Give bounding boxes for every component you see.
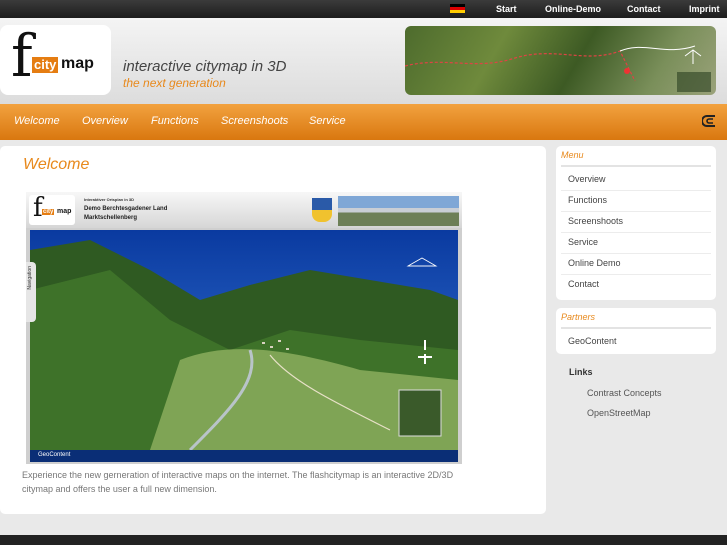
links-title: Links xyxy=(569,367,593,377)
partners-title: Partners xyxy=(561,312,596,322)
nav-functions[interactable]: Functions xyxy=(151,115,199,127)
sidebar-partners: Partners GeoContent xyxy=(556,308,716,354)
menu-title-rule xyxy=(561,165,711,167)
menu-separator xyxy=(561,232,711,233)
screenshot-logo: f city map xyxy=(29,193,75,225)
screenshot-location: Marktschellenberg xyxy=(84,215,138,221)
top-link-contact[interactable]: Contact xyxy=(627,4,661,14)
coat-of-arms-icon xyxy=(312,198,332,222)
screenshot-header: f city map Interaktiver Ortsplan in 3D D… xyxy=(26,192,462,228)
geocontent-label: GeoContent xyxy=(38,452,71,458)
sidebar-item-service[interactable]: Service xyxy=(568,237,598,247)
subtagline: the next generation xyxy=(123,76,226,90)
navigation-tab[interactable]: Navigation xyxy=(26,262,36,322)
header: f city map interactive citymap in 3D the… xyxy=(0,18,727,104)
app-screenshot: f city map Interaktiver Ortsplan in 3D D… xyxy=(26,192,462,464)
intro-text: Experience the new gerneration of intera… xyxy=(22,470,454,494)
screenshot-footer: GeoContent xyxy=(30,450,458,462)
german-flag-icon[interactable] xyxy=(450,4,465,13)
footer-bar xyxy=(0,535,727,545)
link-openstreetmap[interactable]: OpenStreetMap xyxy=(587,408,651,418)
main-content: Welcome f city map Interaktiver Ortsplan… xyxy=(0,146,546,514)
3d-map-view xyxy=(30,230,458,450)
menu-separator xyxy=(561,190,711,191)
main-nav: Welcome Overview Functions Screenshoots … xyxy=(0,104,727,140)
logo-map: map xyxy=(61,55,94,72)
top-link-imprint[interactable]: Imprint xyxy=(689,4,720,14)
menu-separator xyxy=(561,211,711,212)
menu-title: Menu xyxy=(561,150,584,160)
nav-screenshoots[interactable]: Screenshoots xyxy=(221,115,288,127)
screenshot-logo-map: map xyxy=(57,208,72,215)
partner-item-geocontent[interactable]: GeoContent xyxy=(568,336,617,346)
screenshot-logo-city: city xyxy=(42,209,55,215)
tagline: interactive citymap in 3D xyxy=(123,58,287,75)
screenshot-subtitle: Interaktiver Ortsplan in 3D xyxy=(84,197,135,202)
link-contrast-concepts[interactable]: Contrast Concepts xyxy=(587,388,662,398)
top-link-start[interactable]: Start xyxy=(496,4,517,14)
top-link-online-demo[interactable]: Online-Demo xyxy=(545,4,601,14)
nav-service[interactable]: Service xyxy=(309,115,346,127)
page-title: Welcome xyxy=(23,156,90,173)
header-map-image xyxy=(405,26,716,95)
partners-title-rule xyxy=(561,327,711,329)
top-bar: Start Online-Demo Contact Imprint xyxy=(0,0,727,18)
site-logo[interactable]: f city map xyxy=(0,25,111,95)
sidebar-item-screenshoots[interactable]: Screenshoots xyxy=(568,216,623,226)
sidebar-item-online-demo[interactable]: Online Demo xyxy=(568,258,621,268)
sidebar-item-overview[interactable]: Overview xyxy=(568,174,606,184)
panorama-image xyxy=(338,196,459,226)
sidebar-item-contact[interactable]: Contact xyxy=(568,279,599,289)
sidebar-item-functions[interactable]: Functions xyxy=(568,195,607,205)
screenshot-logo-f: f xyxy=(33,193,43,223)
menu-separator xyxy=(561,274,711,275)
screenshot-demo-title: Demo Berchtesgadener Land xyxy=(84,206,168,212)
logo-f: f xyxy=(11,22,33,90)
contrast-concepts-logo-icon[interactable] xyxy=(702,113,718,129)
navigation-tab-label: Navigation xyxy=(27,266,33,290)
menu-separator xyxy=(561,253,711,254)
nav-overview[interactable]: Overview xyxy=(82,115,128,127)
sidebar-menu: Menu Overview Functions Screenshoots Ser… xyxy=(556,146,716,300)
nav-welcome[interactable]: Welcome xyxy=(14,115,60,127)
logo-city: city xyxy=(32,57,59,73)
